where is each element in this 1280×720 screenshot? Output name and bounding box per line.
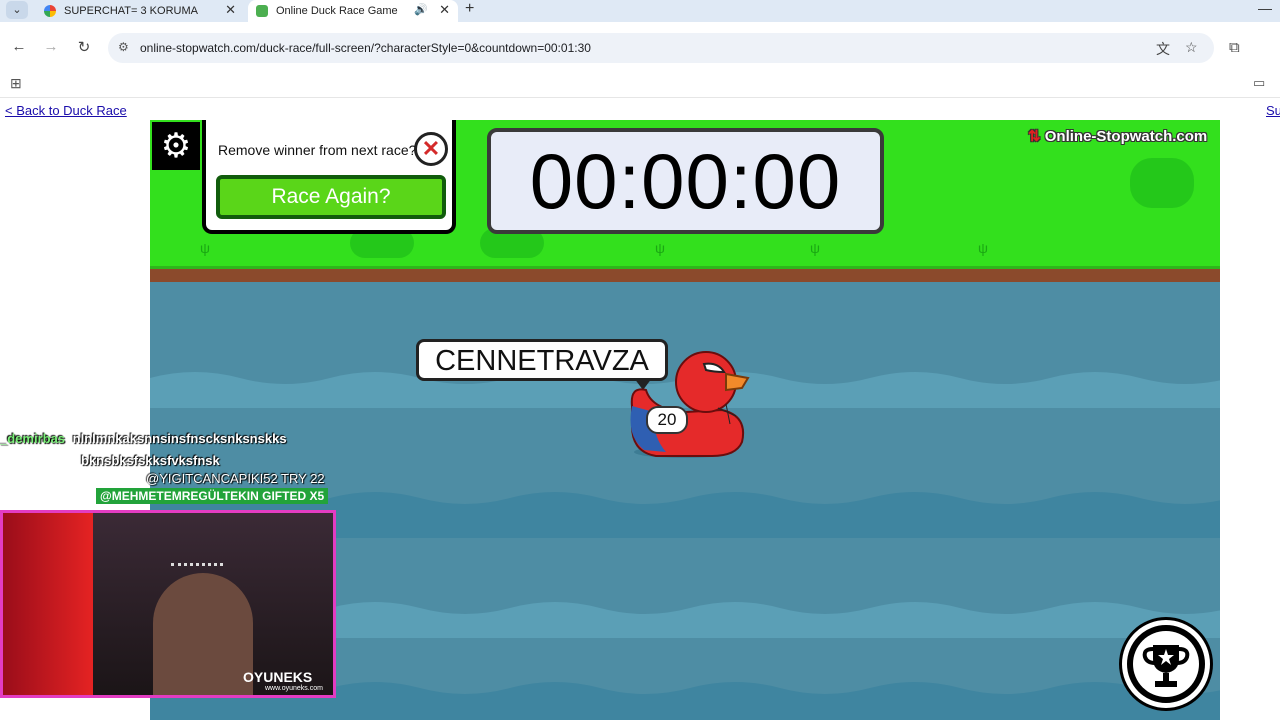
duck-icon (630, 351, 750, 458)
translate-icon[interactable]: 文 (1156, 39, 1170, 59)
tab-favicon (44, 5, 56, 17)
speaker-icon[interactable]: 🔊 (414, 3, 428, 16)
leaderboard-button[interactable] (1122, 620, 1210, 708)
grass-tuft: ψ (655, 240, 665, 256)
tab-label: SUPERCHAT= 3 KORUMA (64, 5, 198, 17)
winner-panel: Remove winner from next race? ✕ Race Aga… (202, 120, 456, 234)
close-icon[interactable]: ✕ (439, 2, 450, 18)
duck-number-badge: 20 (646, 406, 688, 434)
chat-text: bknsbksfskksfvksfnsk (81, 453, 220, 468)
tab-search-menu[interactable]: ⌄ (6, 1, 28, 19)
grass-tuft: ψ (978, 240, 988, 256)
tab-duck-race[interactable]: Online Duck Race Game 🔊 ✕ (248, 0, 458, 22)
oyuneks-logo: OYUNEKS (243, 669, 313, 685)
address-bar[interactable]: ⚙ online-stopwatch.com/duck-race/full-sc… (108, 33, 1214, 63)
gift-banner: @MEHMETEMREGÜLTEKIN GIFTED X5 (96, 488, 329, 504)
extensions-icon[interactable]: ⧉ (1229, 39, 1240, 56)
tab-bar: ⌄ SUPERCHAT= 3 KORUMA ✕ Online Duck Race… (0, 0, 1280, 22)
chat-message: bknsbksfskksfvksfnsk (81, 453, 220, 468)
tab-label: Online Duck Race Game (276, 5, 398, 17)
screen: ⌄ SUPERCHAT= 3 KORUMA ✕ Online Duck Race… (0, 0, 1280, 720)
remove-winner-question: Remove winner from next race? (218, 142, 417, 158)
race-again-button[interactable]: Race Again? (216, 175, 446, 219)
back-to-duck-race-link[interactable]: < Back to Duck Race (5, 103, 127, 118)
side-link[interactable]: Su (1266, 103, 1280, 118)
brand-logo[interactable]: ⇅ Online-Stopwatch.com (1028, 127, 1207, 145)
bush (1130, 158, 1194, 208)
arrow-icon: ⇅ (1028, 128, 1041, 145)
back-arrow-icon[interactable]: ← (9, 38, 29, 55)
apps-grid-icon[interactable]: ⊞ (10, 75, 22, 92)
brand-text: Online-Stopwatch.com (1044, 128, 1208, 145)
chat-message: @YIGITCANCAPIKI52 TRY 22 (146, 471, 325, 486)
minimize-button[interactable]: — (1258, 0, 1272, 16)
chat-message: _demirbas nlnlmnkaksnnsinsfnscksnksnskks (0, 431, 287, 446)
folder-icon[interactable]: ▭ (1253, 75, 1265, 91)
settings-button[interactable]: ⚙ (152, 122, 200, 170)
url-text[interactable]: online-stopwatch.com/duck-race/full-scre… (140, 41, 591, 55)
tiara-icon (171, 563, 223, 573)
chat-text: nlnlmnkaksnnsinsfnscksnksnskks (72, 431, 287, 446)
gear-icon: ⚙ (160, 127, 192, 165)
new-tab-button[interactable]: + (465, 0, 474, 18)
forward-arrow-icon[interactable]: → (41, 38, 61, 55)
streamer (153, 573, 253, 695)
tab-favicon (256, 5, 268, 17)
oyuneks-url: www.oyuneks.com (265, 685, 323, 692)
timer-text: 00:00:00 (529, 137, 842, 225)
trophy-badge (1133, 631, 1199, 697)
site-info-icon[interactable]: ⚙ (118, 40, 129, 54)
grass-tuft: ψ (200, 240, 210, 256)
grass-tuft: ψ (810, 240, 820, 256)
star-icon[interactable]: ☆ (1185, 39, 1198, 56)
webcam-overlay: OYUNEKS www.oyuneks.com (0, 510, 336, 698)
close-icon[interactable]: ✕ (414, 132, 448, 166)
tab-superchat[interactable]: SUPERCHAT= 3 KORUMA ✕ (36, 0, 244, 22)
close-icon[interactable]: ✕ (225, 2, 236, 18)
trophy-icon (1142, 645, 1190, 687)
chat-username: _demirbas (0, 431, 66, 446)
chat-text: @YIGITCANCAPIKI52 TRY 22 (146, 471, 325, 486)
reload-icon[interactable]: ↻ (74, 38, 94, 56)
neon-sign (3, 513, 93, 695)
bookmarks-bar: ⊞ ▭ (0, 70, 1280, 98)
stream-chat: _demirbas nlnlmnkaksnnsinsfnscksnksnskks… (0, 428, 340, 510)
stopwatch-display: 00:00:00 (487, 128, 884, 234)
